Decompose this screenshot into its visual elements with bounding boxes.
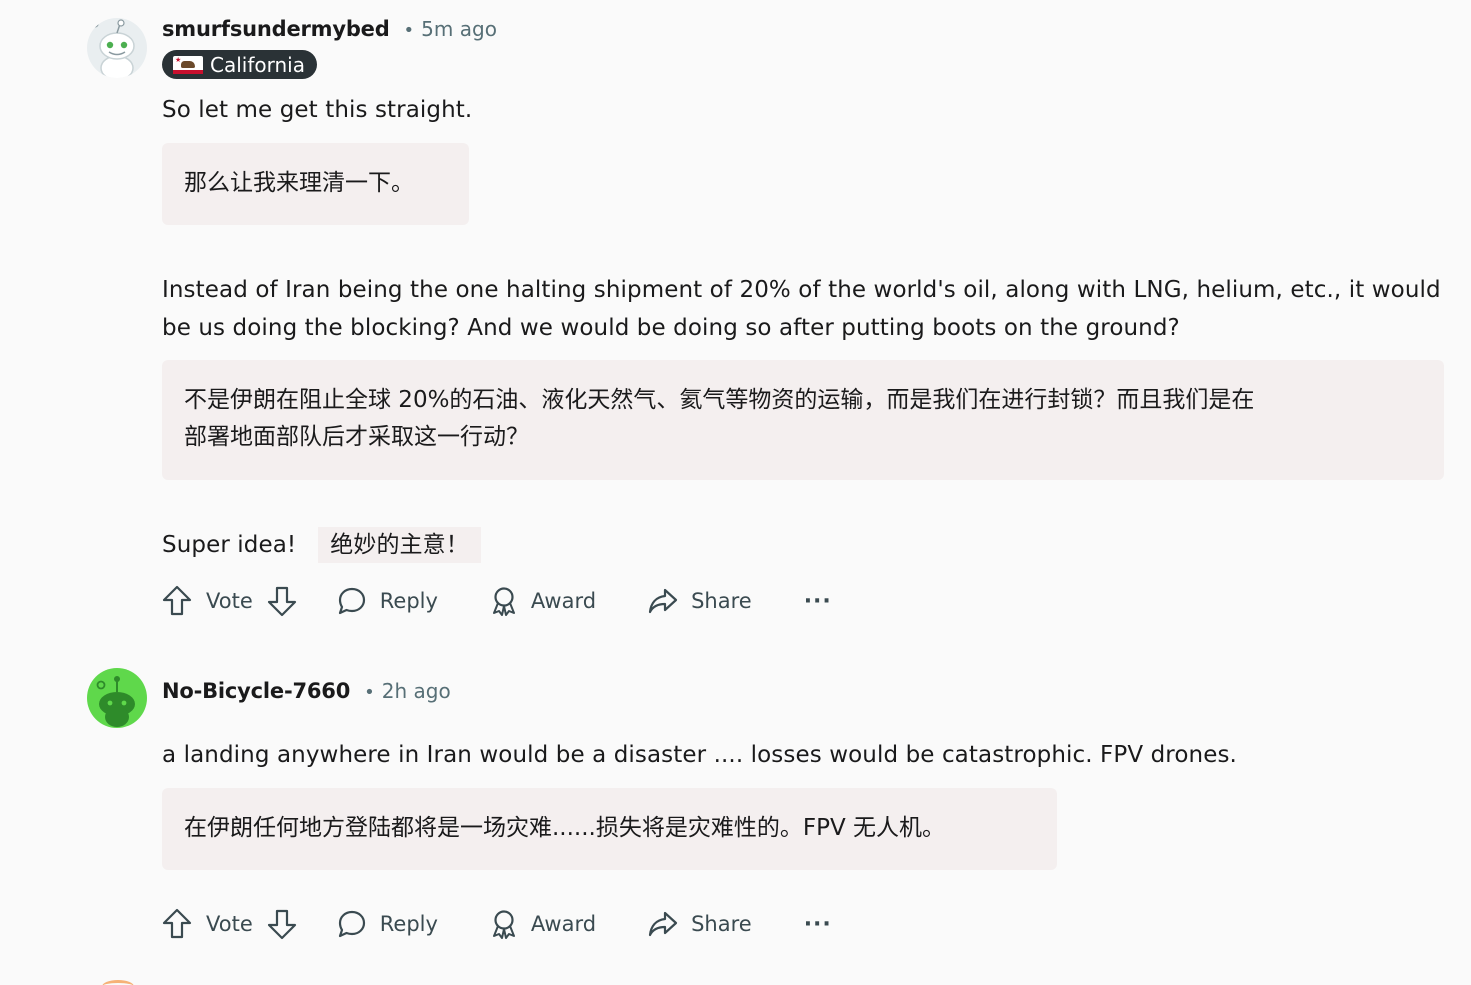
comment-actions: Vote Reply Award Share ···: [162, 581, 832, 621]
timestamp[interactable]: 5m ago: [421, 17, 497, 41]
vote-label: Vote: [206, 589, 253, 613]
upvote-icon[interactable]: [162, 908, 192, 940]
next-avatar-edge: [102, 980, 134, 985]
downvote-icon[interactable]: [267, 585, 297, 617]
reply-icon: [338, 910, 365, 938]
award-label: Award: [530, 589, 597, 613]
share-icon: [648, 911, 678, 937]
comment-body-line: So let me get this straight.: [162, 97, 473, 123]
translation-text: 部署地面部队后才采取这一行动？: [184, 424, 529, 450]
translation-text: 那么让我来理清一下。: [184, 170, 414, 196]
translation-block: 那么让我来理清一下。: [162, 143, 469, 225]
reply-button[interactable]: Reply: [337, 586, 438, 616]
award-button[interactable]: Award: [490, 586, 596, 616]
downvote-icon[interactable]: [267, 908, 297, 940]
share-button[interactable]: Share: [648, 587, 752, 615]
comment-thread: smurfsundermybed • 5m ago ★ California S…: [0, 0, 1471, 985]
translation-block: 在伊朗任何地方登陆都将是一场灾难......损失将是灾难性的。FPV 无人机。: [162, 788, 1057, 870]
vote-label: Vote: [206, 912, 253, 936]
award-icon: [492, 587, 515, 616]
reply-button[interactable]: Reply: [337, 909, 438, 939]
award-icon: [492, 910, 515, 939]
translation-text: 不是伊朗在阻止全球 20%的石油、液化天然气、氦气等物资的运输，而是我们在进行封…: [184, 387, 1255, 413]
translation-text: 在伊朗任何地方登陆都将是一场灾难......损失将是灾难性的。FPV 无人机。: [184, 815, 946, 841]
comment-actions: Vote Reply Award Share ···: [162, 904, 832, 944]
translation-block: 不是伊朗在阻止全球 20%的石油、液化天然气、氦气等物资的运输，而是我们在进行封…: [162, 360, 1444, 480]
reply-label: Reply: [379, 589, 438, 613]
flair-label: California: [210, 52, 305, 77]
username[interactable]: smurfsundermybed: [162, 17, 390, 41]
comment-body-line: be us doing the blocking? And we would b…: [162, 315, 1180, 341]
separator-dot: •: [403, 20, 415, 41]
upvote-icon[interactable]: [162, 585, 192, 617]
vote-group: Vote: [162, 908, 297, 940]
comment-body-line: Instead of Iran being the one halting sh…: [162, 277, 1441, 303]
timestamp[interactable]: 2h ago: [382, 679, 451, 703]
avatar[interactable]: [87, 668, 147, 728]
share-label: Share: [691, 589, 752, 613]
vote-group: Vote: [162, 585, 297, 617]
comment-body-line: Super idea! 绝妙的主意！: [162, 526, 481, 564]
more-icon[interactable]: ···: [804, 912, 832, 937]
comment-meta: smurfsundermybed • 5m ago: [162, 17, 497, 41]
share-button[interactable]: Share: [648, 910, 752, 938]
more-icon[interactable]: ···: [804, 589, 832, 614]
username[interactable]: No-Bicycle-7660: [162, 679, 350, 703]
inline-translation: 绝妙的主意！: [318, 527, 481, 563]
reply-icon: [338, 587, 365, 615]
separator-dot: •: [364, 682, 375, 703]
share-label: Share: [691, 912, 752, 936]
award-label: Award: [530, 912, 597, 936]
comment-body-text: Super idea!: [162, 532, 297, 558]
comment-body-line: a landing anywhere in Iran would be a di…: [162, 742, 1237, 768]
award-button[interactable]: Award: [490, 909, 596, 939]
reply-label: Reply: [379, 912, 438, 936]
comment-meta: No-Bicycle-7660 • 2h ago: [162, 679, 451, 703]
share-icon: [648, 588, 678, 614]
user-flair: ★ California: [162, 50, 317, 79]
california-flag-icon: ★: [173, 55, 203, 74]
avatar[interactable]: [87, 18, 147, 78]
